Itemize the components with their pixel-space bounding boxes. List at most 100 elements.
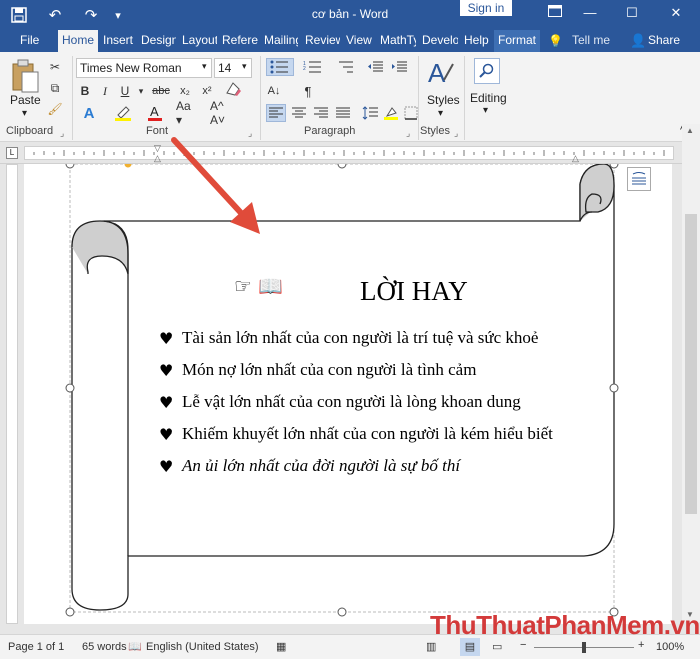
decrease-indent-icon[interactable] (366, 58, 384, 76)
increase-indent-icon[interactable] (390, 58, 408, 76)
zoom-slider-thumb[interactable] (582, 642, 586, 653)
page-count[interactable]: Page 1 of 1 (8, 641, 64, 653)
zoom-level[interactable]: 100% (656, 641, 684, 653)
cut-icon[interactable]: ✂ (46, 58, 64, 76)
minimize-icon[interactable]: — (570, 0, 610, 26)
highlight-color-icon[interactable] (112, 104, 134, 122)
font-name-dropdown-icon[interactable]: ▾ (202, 61, 207, 72)
scrollbar-thumb[interactable] (685, 214, 697, 514)
styles-dropdown-icon[interactable]: ▾ (438, 108, 443, 119)
paragraph-launcher-icon[interactable]: ⌟ (406, 128, 410, 139)
editing-dropdown-icon[interactable]: ▾ (483, 105, 488, 116)
italic-button[interactable]: I (96, 82, 114, 100)
scroll-up-icon[interactable]: ▲ (686, 126, 694, 135)
save-icon[interactable] (6, 0, 32, 30)
shading-icon[interactable] (382, 104, 400, 122)
clipboard-launcher-icon[interactable]: ⌟ (60, 128, 64, 139)
language[interactable]: English (United States) (146, 641, 259, 653)
tab-file[interactable]: File (18, 30, 42, 52)
tab-mailings[interactable]: Mailings (262, 30, 298, 52)
tab-home[interactable]: Home (58, 30, 98, 52)
list-item: Lễ vật lớn nhất của con người là lòng kh… (182, 392, 521, 411)
font-size-value: 14 (218, 61, 232, 75)
clear-formatting-icon[interactable] (222, 80, 244, 98)
underline-button[interactable]: U (116, 82, 134, 100)
line-spacing-icon[interactable] (360, 104, 380, 122)
find-icon[interactable] (474, 58, 500, 84)
word-count[interactable]: 65 words (82, 641, 127, 653)
horizontal-ruler[interactable]: L ▽ △ △ (0, 142, 700, 164)
change-case-icon[interactable]: Aa ▾ (176, 99, 200, 127)
document-page[interactable]: ☞ 📖 LỜI HAY ♥ Tài sản lớn nhất của con n… (24, 164, 672, 624)
separator (464, 56, 465, 140)
tab-layout[interactable]: Layout (180, 30, 217, 52)
list-item: An ủi lớn nhất của đời người là sự bố th… (182, 456, 461, 475)
undo-icon[interactable]: ↶ (40, 0, 70, 30)
sign-in-button[interactable]: Sign in (460, 0, 512, 16)
copy-icon[interactable]: ⧉ (46, 79, 64, 97)
editing-label[interactable]: Editing (470, 91, 507, 105)
ribbon-display-options-icon[interactable] (535, 0, 575, 26)
vertical-scrollbar[interactable]: ▲ ▼ (682, 124, 700, 622)
styles-launcher-icon[interactable]: ⌟ (454, 128, 458, 139)
styles-icon[interactable]: A (426, 58, 456, 88)
share-button[interactable]: Share (646, 30, 686, 52)
tab-selector-icon[interactable]: L (6, 147, 18, 159)
ribbon-tabs: File Home Insert Design Layout Reference… (0, 30, 700, 52)
tab-view[interactable]: View (344, 30, 376, 52)
customize-quick-access-icon[interactable]: ▾ (110, 0, 126, 30)
redo-icon[interactable]: ↷ (80, 0, 102, 30)
lightbulb-icon[interactable]: 💡 (548, 34, 563, 48)
bold-button[interactable]: B (76, 82, 94, 100)
text-effects-icon[interactable]: A (78, 104, 100, 122)
close-icon[interactable]: ✕ (656, 0, 696, 26)
font-name-value: Times New Roman (80, 61, 182, 75)
font-size-dropdown-icon[interactable]: ▾ (242, 61, 247, 72)
layout-options-icon[interactable] (627, 167, 651, 191)
format-painter-icon[interactable]: 🖌 (46, 100, 64, 118)
bullet-heart: ♥ (159, 361, 174, 380)
tab-help[interactable]: Help (462, 30, 492, 52)
styles-label[interactable]: Styles (427, 93, 460, 107)
right-indent-marker[interactable]: △ (572, 153, 579, 164)
separator (72, 56, 73, 140)
bullet-heart: ♥ (159, 329, 174, 348)
tab-mathtype[interactable]: MathType (378, 30, 416, 52)
superscript-button[interactable]: x² (198, 82, 216, 100)
paste-label[interactable]: Paste (10, 93, 41, 107)
bullets-icon[interactable] (266, 58, 294, 76)
ribbon: Paste ▾ ✂ ⧉ 🖌 Clipboard ⌟ Times New Roma… (0, 52, 700, 142)
align-left-icon[interactable] (266, 104, 286, 122)
vertical-ruler[interactable] (0, 164, 24, 624)
numbering-icon[interactable]: 12 (300, 58, 326, 76)
tell-me-search[interactable]: Tell me (570, 30, 620, 52)
tab-review[interactable]: Review (303, 30, 340, 52)
share-icon[interactable]: 👤 (630, 33, 646, 49)
tab-developer[interactable]: Developer (420, 30, 458, 52)
tab-references[interactable]: References (220, 30, 258, 52)
font-color-icon[interactable]: A (144, 104, 166, 122)
font-name-box[interactable]: Times New Roman (76, 58, 212, 78)
web-layout-icon[interactable]: ▭ (492, 640, 502, 653)
proofing-icon[interactable]: 📖 (128, 640, 142, 653)
sort-icon[interactable]: A↓ (266, 82, 282, 100)
align-center-icon[interactable] (290, 104, 308, 122)
underline-dropdown-icon[interactable]: ▾ (136, 82, 146, 100)
read-mode-icon[interactable]: ▥ (426, 640, 436, 653)
show-formatting-marks-icon[interactable]: ¶ (300, 82, 316, 100)
subscript-button[interactable]: x₂ (176, 82, 194, 100)
multilevel-list-icon[interactable] (332, 58, 358, 76)
macro-icon[interactable]: ▦ (276, 640, 286, 653)
tab-insert[interactable]: Insert (101, 30, 137, 52)
group-label-paragraph: Paragraph (304, 125, 356, 137)
tab-format[interactable]: Format (494, 30, 540, 52)
tab-design[interactable]: Design (139, 30, 176, 52)
align-right-icon[interactable] (312, 104, 330, 122)
bullet-heart: ♥ (159, 393, 174, 412)
paste-icon[interactable] (10, 58, 40, 94)
paste-dropdown-icon[interactable]: ▾ (22, 108, 27, 119)
justify-icon[interactable] (334, 104, 352, 122)
maximize-icon[interactable]: ☐ (612, 0, 652, 26)
grow-shrink-font-icon[interactable]: A^ A˅ (210, 99, 240, 127)
strikethrough-button[interactable]: abc (150, 82, 172, 100)
